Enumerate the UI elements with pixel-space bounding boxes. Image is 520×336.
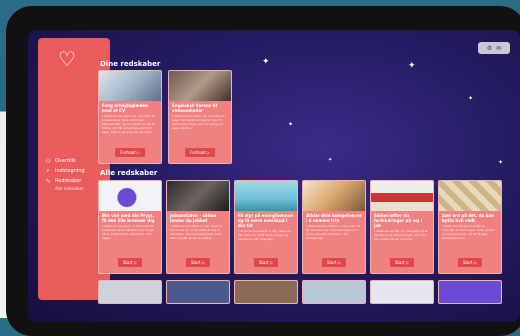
star-decoration: ✦ <box>288 121 294 128</box>
tool-card[interactable]: Få styr på energibønnen og få mere overs… <box>234 180 298 274</box>
star-decoration: ✦ <box>468 95 474 102</box>
card-image <box>303 181 365 211</box>
card-image <box>167 181 229 211</box>
card-description: I dette kursus gennemgår vi, hvordan du … <box>442 224 495 240</box>
card-image <box>439 181 501 211</box>
card-title: Blir van med din Prygt, få den lille bre… <box>102 213 155 223</box>
card-title: Sådan løfter du forhindringer på vej i j… <box>374 213 422 228</box>
logo-icon: ♡ <box>58 47 76 71</box>
tool-card[interactable]: Sådan løfter du forhindringer på vej i j… <box>370 180 434 274</box>
card-description: I dette kursus lærer du, hvordan du præs… <box>102 114 156 134</box>
card-image <box>235 181 297 211</box>
start-button[interactable]: Start ▷ <box>253 258 279 267</box>
card-title: Afklar dine kompetencer i 6 nemme trin <box>306 213 362 223</box>
search-icon: ⌕ <box>46 167 50 174</box>
start-button[interactable]: Start ▷ <box>457 258 483 267</box>
section-title-mine: Dine redskaber <box>100 60 161 68</box>
card-description: I dette kursus lærer vi dig, hvad er for… <box>170 224 223 240</box>
card-title: Jobsamtalen – sådan lander du jobbet <box>170 213 217 223</box>
card-description: I dette kursus lærer du, hvordan du tage… <box>172 114 226 130</box>
card-image <box>99 181 161 211</box>
tool-card[interactable]: Fang arbejdsglæden med et CV I dette kur… <box>98 70 162 164</box>
app-screen: ✦ ✦ ✦ ✦ ✦ ✦ ♡ ⚇ Overblik ⌕ Indstegning ✎… <box>28 30 520 322</box>
card-title: Få styr på energibønnen og få mere overs… <box>238 213 294 228</box>
mail-icon[interactable]: ✉ <box>496 45 501 52</box>
tool-card-partial[interactable] <box>98 280 162 304</box>
card-image <box>371 181 433 211</box>
tool-card-partial[interactable] <box>166 280 230 304</box>
top-toolbar: ⚙ ✉ <box>478 42 510 54</box>
card-title: Fang arbejdsglæden med et CV <box>102 103 149 113</box>
start-button[interactable]: Start ▷ <box>185 258 211 267</box>
settings-icon[interactable]: ⚙ <box>487 45 492 52</box>
tool-card-partial[interactable] <box>302 280 366 304</box>
star-decoration: ✦ <box>262 57 270 67</box>
start-button[interactable]: Start ▷ <box>321 258 347 267</box>
card-title: Sæt ord på det, du kan bytte hvil vedt <box>442 213 495 223</box>
tool-card[interactable]: Afklar dine kompetencer i 6 nemme trin I… <box>302 180 366 274</box>
card-description: I dette kursus giver vi dig konkrete red… <box>102 224 155 240</box>
start-button[interactable]: Start ▷ <box>117 258 143 267</box>
card-image <box>169 71 231 101</box>
tool-card[interactable]: Blir van med din Prygt, få den lille bre… <box>98 180 162 274</box>
wrench-icon: ✎ <box>45 177 51 185</box>
tool-card-partial[interactable] <box>438 280 502 304</box>
start-button[interactable]: Start ▷ <box>389 258 415 267</box>
card-image <box>99 71 161 101</box>
tool-card[interactable]: Jobsamtalen – sådan lander du jobbet I d… <box>166 180 230 274</box>
sidebar-item-label: Indstegning <box>55 168 85 174</box>
tool-card[interactable]: Sæt ord på det, du kan bytte hvil vedt I… <box>438 180 502 274</box>
card-description: I dette kursus hjælper vi dig med at få … <box>306 224 360 240</box>
star-decoration: ✦ <box>328 157 333 163</box>
star-decoration: ✦ <box>408 61 416 71</box>
user-icon: ⚇ <box>45 157 51 165</box>
tool-card-partial[interactable] <box>234 280 298 304</box>
star-decoration: ✦ <box>498 159 504 166</box>
tool-card[interactable]: Engelsksk kursus til virksomheder I dett… <box>168 70 232 164</box>
card-description: I dette kursus lærer vi dig, hvad du kan… <box>238 229 291 241</box>
card-title: Engelsksk kursus til virksomheder <box>172 103 218 113</box>
continue-button[interactable]: Fortsæt ▷ <box>115 148 145 157</box>
tablet-frame: ✦ ✦ ✦ ✦ ✦ ✦ ♡ ⚇ Overblik ⌕ Indstegning ✎… <box>6 6 520 336</box>
tool-card-partial[interactable] <box>370 280 434 304</box>
card-description: I dette kursus får du værktøjer til at h… <box>374 229 428 241</box>
section-title-alle: Alle redskaber <box>100 169 158 177</box>
continue-button[interactable]: Fortsæt ▷ <box>185 148 215 157</box>
sidebar-item-label: Overblik <box>55 158 76 164</box>
sidebar-item-label: Redskaber <box>55 178 82 184</box>
